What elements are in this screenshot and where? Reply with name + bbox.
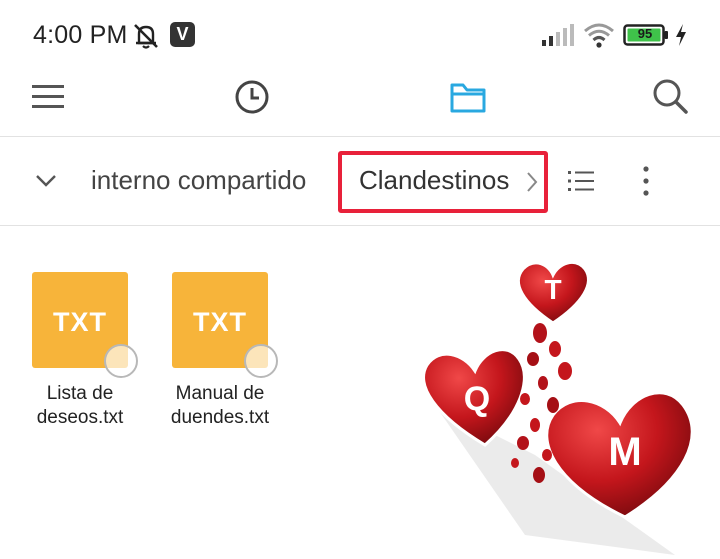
list-view-icon[interactable] [567,169,595,193]
folder-icon[interactable] [448,76,488,116]
chevron-down-icon[interactable] [35,171,57,189]
more-vert-icon[interactable] [636,165,656,197]
pathbar-divider [0,225,720,226]
select-checkbox[interactable] [104,344,138,378]
breadcrumb-item-interno[interactable]: interno compartido [91,165,306,196]
highlight-box [338,151,548,213]
clock-icon[interactable] [232,76,272,116]
file-name-line1: Lista de [46,383,114,404]
search-icon[interactable] [650,76,690,116]
status-bar: 4:00 PM V 95 [0,0,720,70]
file-name: Manual de duendes.txt [145,382,295,430]
menu-icon[interactable] [28,76,68,116]
hearts-sticker: T Q M [422,260,694,555]
file-name-line1: Manual de [175,383,265,404]
bell-muted-icon [134,24,158,49]
breadcrumb: interno compartido Clandestinos [0,137,720,225]
status-time: 4:00 PM [33,21,128,49]
file-name-line2: deseos.txt [36,407,124,428]
app-badge: V [170,22,195,47]
file-name: Lista de deseos.txt [5,382,155,430]
heart-letter: T [544,274,561,305]
battery-level: 95 [637,26,653,41]
signal-icon [542,24,574,46]
select-checkbox[interactable] [244,344,278,378]
heart-letter: Q [464,380,490,418]
file-name-line2: duendes.txt [170,407,270,428]
charging-icon [676,24,686,46]
wifi-icon [584,23,614,48]
top-toolbar [0,70,720,136]
heart-letter: M [608,430,641,474]
